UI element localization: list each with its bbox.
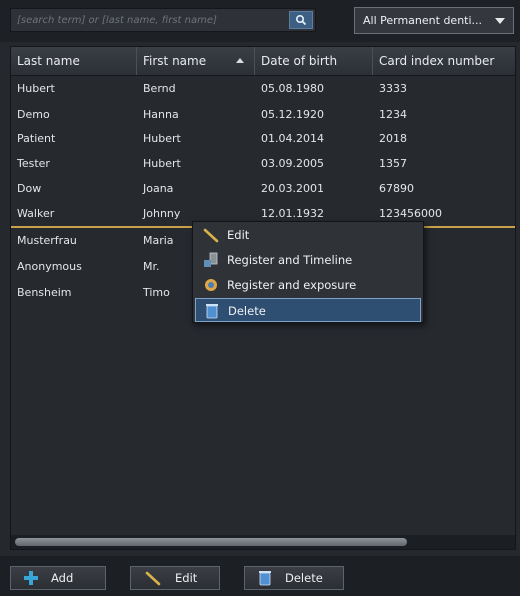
menu-item-register-and-timeline[interactable]: Register and Timeline xyxy=(195,248,421,272)
table-row[interactable]: Hubert Bernd 05.08.1980 3333 xyxy=(11,77,515,101)
last-name-cell: Demo xyxy=(17,108,50,121)
trash-icon xyxy=(206,304,218,319)
delete-button-label: Delete xyxy=(285,571,323,585)
date-of-birth-cell: 03.09.2005 xyxy=(261,157,324,170)
menu-item-label: Delete xyxy=(228,304,266,318)
sort-ascending-icon xyxy=(236,58,244,63)
menu-item-delete[interactable]: Delete xyxy=(195,298,421,322)
first-name-cell: Hubert xyxy=(143,157,181,170)
date-of-birth-cell: 05.12.1920 xyxy=(261,108,324,121)
first-name-cell: Bernd xyxy=(143,82,176,95)
pencil-icon xyxy=(145,571,161,586)
date-of-birth-cell: 05.08.1980 xyxy=(261,82,324,95)
date-of-birth-cell: 20.03.2001 xyxy=(261,182,324,195)
column-label: Last name xyxy=(17,54,80,68)
add-button[interactable]: Add xyxy=(10,566,106,590)
search-button[interactable] xyxy=(289,11,313,29)
last-name-cell: Tester xyxy=(17,157,50,170)
last-name-cell: Hubert xyxy=(17,82,55,95)
edit-button[interactable]: Edit xyxy=(130,566,220,590)
register-timeline-icon xyxy=(204,252,218,267)
card-index-cell: 3333 xyxy=(379,82,407,95)
column-header-card-index-number[interactable]: Card index number xyxy=(373,47,515,75)
table-header: Last name First name Date of birth Card … xyxy=(11,47,515,76)
pencil-icon xyxy=(203,228,219,243)
table-row[interactable]: Tester Hubert 03.09.2005 1357 xyxy=(11,152,515,176)
menu-item-label: Register and exposure xyxy=(227,278,357,292)
card-index-cell: 2018 xyxy=(379,132,407,145)
register-exposure-icon xyxy=(205,279,217,291)
footer-toolbar: Add Edit Delete xyxy=(0,556,520,596)
first-name-cell: Hubert xyxy=(143,132,181,145)
edit-button-label: Edit xyxy=(175,571,198,585)
scrollbar-thumb[interactable] xyxy=(15,538,407,546)
horizontal-scrollbar[interactable] xyxy=(11,535,515,549)
first-name-cell: Joana xyxy=(143,182,174,195)
menu-item-register-and-exposure[interactable]: Register and exposure xyxy=(195,273,421,297)
menu-item-label: Edit xyxy=(227,228,250,242)
column-header-first-name[interactable]: First name xyxy=(137,47,255,75)
plus-icon xyxy=(24,571,38,585)
card-index-cell: 67890 xyxy=(379,182,414,195)
column-header-date-of-birth[interactable]: Date of birth xyxy=(255,47,373,75)
first-name-cell: Hanna xyxy=(143,108,179,121)
column-label: Card index number xyxy=(379,54,495,68)
last-name-cell: Bensheim xyxy=(17,286,72,299)
table-row[interactable]: Patient Hubert 01.04.2014 2018 xyxy=(11,127,515,151)
menu-item-label: Register and Timeline xyxy=(227,253,353,267)
menu-item-edit[interactable]: Edit xyxy=(195,223,421,247)
toolbar: All Permanent denti... xyxy=(0,0,520,42)
search-icon xyxy=(295,14,307,26)
column-label: Date of birth xyxy=(261,54,338,68)
last-name-cell: Dow xyxy=(17,182,42,195)
chevron-down-icon xyxy=(495,18,505,24)
add-button-label: Add xyxy=(51,571,74,585)
last-name-cell: Musterfrau xyxy=(17,234,77,247)
search-input[interactable] xyxy=(11,9,283,31)
trash-icon xyxy=(259,571,271,586)
filter-selected-label: All Permanent denti... xyxy=(363,14,483,27)
card-index-cell: 1234 xyxy=(379,108,407,121)
date-of-birth-cell: 01.04.2014 xyxy=(261,132,324,145)
column-header-last-name[interactable]: Last name xyxy=(11,47,137,75)
column-label: First name xyxy=(143,54,207,68)
search-field xyxy=(10,8,316,32)
last-name-cell: Walker xyxy=(17,207,55,220)
table-row[interactable]: Demo Hanna 05.12.1920 1234 xyxy=(11,103,515,127)
delete-button[interactable]: Delete xyxy=(244,566,344,590)
card-index-cell: 1357 xyxy=(379,157,407,170)
table-row[interactable]: Dow Joana 20.03.2001 67890 xyxy=(11,177,515,201)
last-name-cell: Anonymous xyxy=(17,260,82,273)
context-menu: Edit Register and Timeline Register and … xyxy=(192,221,424,323)
patient-filter-dropdown[interactable]: All Permanent denti... xyxy=(354,7,514,34)
last-name-cell: Patient xyxy=(17,132,56,145)
